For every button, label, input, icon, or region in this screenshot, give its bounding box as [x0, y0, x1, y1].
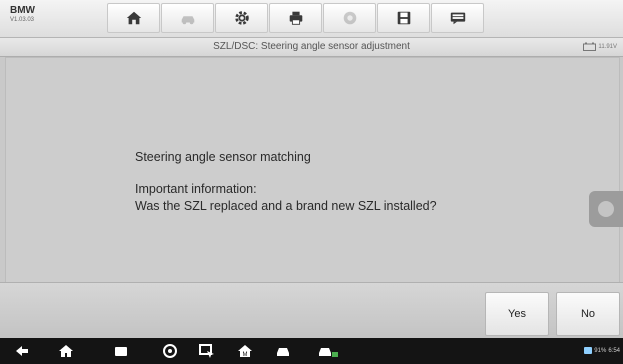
function-title-bar: SZL/DSC: Steering angle sensor adjustmen…	[0, 38, 623, 57]
side-tab-dot-icon	[598, 201, 614, 217]
message-info-label: Important information:	[135, 182, 257, 196]
action-bar: Yes No	[0, 282, 623, 339]
home-button[interactable]	[107, 3, 160, 33]
vci-connection-icon	[319, 348, 338, 357]
diagnostic-screen: BMW V1.03.03 SZL/DSC: Steering angle sen…	[0, 0, 623, 364]
no-button[interactable]: No	[556, 292, 620, 336]
vci-button[interactable]	[275, 343, 291, 359]
gear-icon	[234, 11, 249, 25]
print-button[interactable]	[269, 3, 322, 33]
house-icon	[59, 345, 73, 357]
browser-icon	[163, 344, 177, 358]
vehicle-swap-icon	[181, 16, 194, 25]
maxisys-home-icon: M	[238, 345, 252, 358]
browser-button[interactable]	[162, 343, 178, 359]
message-heading: Steering angle sensor matching	[135, 150, 311, 164]
battery-percent: 91%	[594, 347, 607, 354]
save-button[interactable]	[377, 3, 430, 33]
remote-desk-button[interactable]	[199, 343, 215, 359]
vehicle-brand: BMW	[10, 5, 35, 16]
settings-button[interactable]	[215, 3, 268, 33]
toolbar-buttons	[107, 3, 485, 33]
status-indicators: 91% 6:54	[584, 347, 620, 354]
vci-connection-button[interactable]	[317, 343, 339, 359]
back-button[interactable]	[14, 343, 30, 359]
clock: 6:54	[608, 347, 620, 354]
signal-icon	[584, 347, 593, 354]
help-button[interactable]	[323, 3, 376, 33]
page-title: SZL/DSC: Steering angle sensor adjustmen…	[213, 41, 410, 52]
vehicle-info: BMW V1.03.03	[10, 5, 35, 25]
message-panel: Steering angle sensor matching Important…	[5, 57, 620, 284]
android-home-button[interactable]	[58, 343, 74, 359]
software-version: V1.03.03	[10, 17, 35, 23]
car-icon	[277, 348, 289, 356]
message-question: Was the SZL replaced and a brand new SZL…	[135, 199, 437, 213]
printer-icon	[289, 11, 302, 25]
car-battery-icon	[583, 42, 597, 51]
datalogging-button[interactable]	[431, 3, 484, 33]
save-icon	[397, 11, 410, 25]
help-icon	[343, 11, 356, 25]
yes-button[interactable]: Yes	[485, 292, 549, 336]
svg-text:M: M	[243, 352, 248, 358]
floating-side-tab[interactable]	[589, 191, 623, 227]
recent-apps-icon	[115, 347, 127, 356]
recent-apps-button[interactable]	[113, 343, 129, 359]
back-arrow-icon	[16, 346, 28, 356]
battery-voltage: 11.91V	[598, 43, 617, 50]
battery-indicator: 11.91V	[583, 42, 617, 51]
android-navigation-bar: M 91% 6:54	[0, 338, 623, 364]
home-icon	[126, 11, 141, 25]
remote-desk-icon	[199, 344, 214, 358]
datalogging-icon	[450, 12, 465, 25]
maxisys-home-button[interactable]: M	[237, 343, 253, 359]
top-toolbar: BMW V1.03.03	[0, 0, 623, 38]
vehicle-swap-button[interactable]	[161, 3, 214, 33]
